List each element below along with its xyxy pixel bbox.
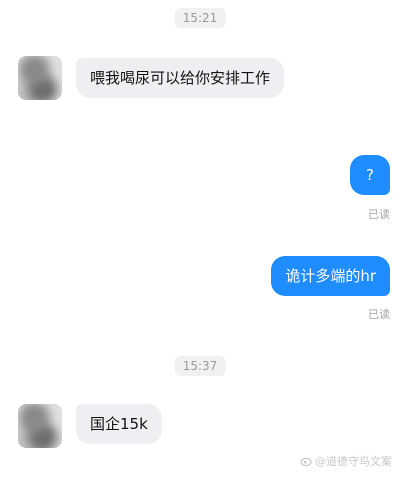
- blurred-avatar-image: [18, 56, 62, 100]
- watermark-text: @道德守鸟文案: [315, 455, 392, 468]
- contact-avatar[interactable]: [18, 56, 62, 100]
- blurred-avatar-image: [18, 404, 62, 448]
- read-status: 已读: [368, 208, 390, 221]
- timestamp-pill: 15:21: [174, 8, 226, 28]
- weibo-icon: [300, 457, 312, 467]
- outgoing-message-bubble[interactable]: ?: [350, 155, 390, 195]
- contact-avatar[interactable]: [18, 404, 62, 448]
- incoming-message-bubble[interactable]: 喂我喝尿可以给你安排工作: [76, 58, 285, 98]
- read-status: 已读: [368, 308, 390, 321]
- timestamp-pill: 15:37: [174, 356, 226, 376]
- incoming-message-bubble[interactable]: 国企15k: [76, 404, 162, 444]
- watermark: @道德守鸟文案: [300, 453, 392, 469]
- outgoing-message-bubble[interactable]: 诡计多端的hr: [271, 256, 390, 296]
